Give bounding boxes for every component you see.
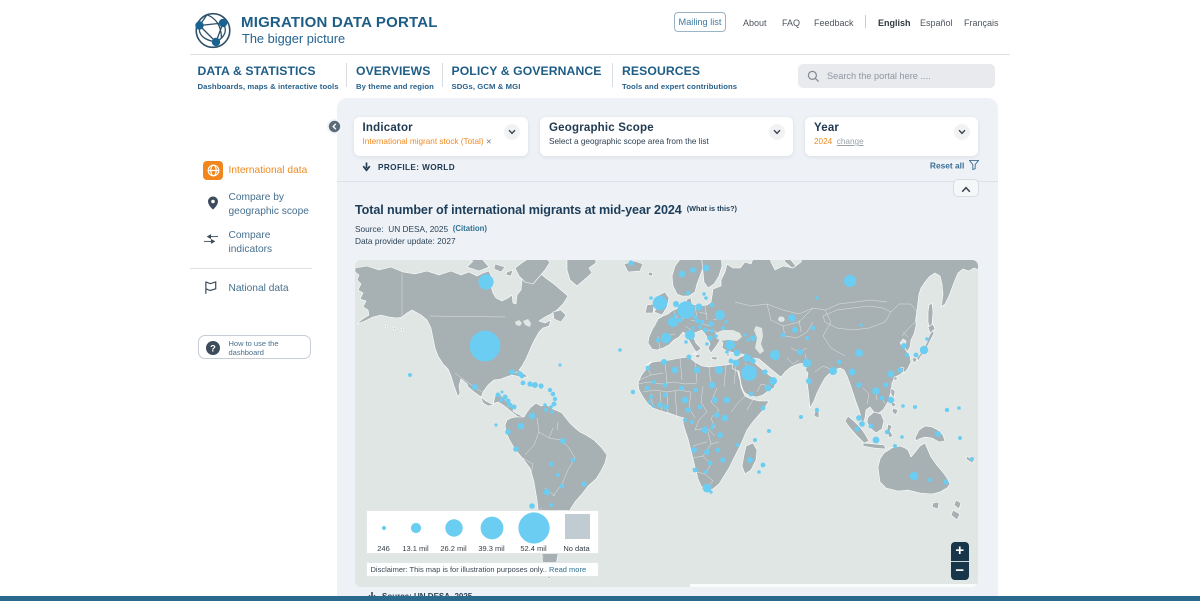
svg-text:?: ? (210, 343, 216, 353)
